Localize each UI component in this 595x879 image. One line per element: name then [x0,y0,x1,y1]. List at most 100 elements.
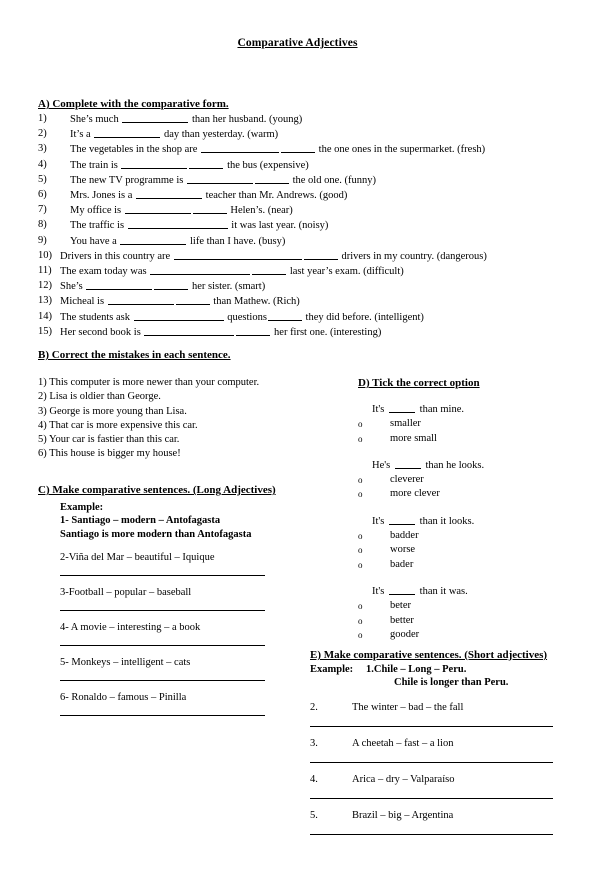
section-a-item: 14) The students ask questions they did b… [38,310,563,325]
answer-line[interactable] [310,824,553,836]
section-b-list: 1) This computer is more newer than your… [38,376,278,462]
answer-blank[interactable] [127,218,228,230]
radio-circle-icon[interactable]: o [358,543,363,557]
answer-line[interactable] [60,635,265,647]
section-b-item: 2) Lisa is oldier than George. [38,391,161,403]
section-a-item-number: 6) [38,189,47,201]
section-d-option[interactable]: o beter [358,599,578,613]
radio-circle-icon[interactable]: o [358,432,363,446]
section-d-question-text: than mine. [417,404,464,415]
answer-line[interactable] [310,788,553,800]
answer-blank[interactable] [124,203,191,215]
answer-blank[interactable] [201,142,280,154]
answer-line[interactable] [60,670,265,682]
radio-circle-icon[interactable]: o [358,473,363,487]
answer-blank[interactable] [175,294,210,306]
section-a-item-text: The exam today was [60,266,150,278]
radio-circle-icon[interactable]: o [358,487,363,501]
answer-blank[interactable] [120,234,187,245]
section-a-item-number: 11) [38,265,52,277]
section-d-question: It's than it was. [358,584,578,599]
section-a-item: 7) My office is Helen’s. (near) [38,203,563,218]
radio-circle-icon[interactable]: o [358,599,363,613]
answer-blank[interactable] [303,249,338,260]
answer-blank[interactable] [389,514,416,525]
answer-blank[interactable] [267,310,302,321]
answer-blank[interactable] [254,173,289,184]
section-d-option-label: better [390,614,414,626]
radio-circle-icon[interactable]: o [358,529,363,543]
answer-blank[interactable] [107,294,174,306]
section-d-option[interactable]: o better [358,614,578,628]
answer-blank[interactable] [281,142,316,154]
section-c-item-text: 6- Ronaldo – famous – Pinilla [60,692,187,704]
answer-blank[interactable] [136,188,203,200]
section-a-item: 6) Mrs. Jones is a teacher than Mr. Andre… [38,188,563,203]
answer-blank[interactable] [389,402,416,413]
section-d-option[interactable]: o smaller [358,417,578,431]
answer-blank[interactable] [94,127,161,139]
answer-blank[interactable] [133,310,224,321]
section-d-option[interactable]: o cleverer [358,473,578,487]
section-c-item: 2-Viña del Mar – beautiful – Iquique [60,552,288,577]
section-d-option-label: worse [390,544,416,556]
section-a-item-number: 10) [38,249,52,261]
section-c-item-text: 2-Viña del Mar – beautiful – Iquique [60,552,215,564]
answer-blank[interactable] [252,264,287,276]
section-a-item: 15) Her second book is her first one. (in… [38,325,563,340]
section-a-item-text: her sister. (smart) [189,281,266,293]
section-d-option[interactable]: o more small [358,432,578,446]
answer-blank[interactable] [236,325,271,336]
answer-blank[interactable] [122,112,189,123]
answer-blank[interactable] [173,249,302,260]
answer-line[interactable] [60,705,265,717]
radio-circle-icon[interactable]: o [358,558,363,572]
section-d-option[interactable]: o gooder [358,628,578,642]
radio-circle-icon[interactable]: o [358,628,363,642]
answer-line[interactable] [60,600,265,612]
section-a-item-number: 12) [38,280,52,292]
section-d-option[interactable]: o bader [358,558,578,572]
answer-line[interactable] [310,716,553,728]
answer-blank[interactable] [192,203,227,215]
section-a-item-text: teacher than Mr. Andrews. (good) [203,190,348,202]
section-e-item-number: 4. [310,774,318,786]
section-a-item-text: You have a [70,235,120,247]
section-a-item: 5) The new TV programme is the old one. (… [38,173,563,188]
section-a: A) Complete with the comparative form. 1… [38,97,563,340]
answer-line[interactable] [310,752,553,764]
section-a-item: 8) The traffic is it was last year. (nois… [38,218,563,233]
answer-blank[interactable] [150,264,251,276]
answer-blank[interactable] [154,279,189,291]
section-a-heading: A) Complete with the comparative form. [38,98,229,110]
section-c-example-prompt: 1- Santiago – modern – Antofagasta [60,515,221,527]
section-e-item-row: 4. Arica – dry – Valparaíso [310,774,558,785]
section-d-question: It's than mine. [358,402,578,417]
answer-blank[interactable] [86,279,153,291]
answer-blank[interactable] [186,173,253,184]
answer-blank[interactable] [189,158,224,169]
answer-blank[interactable] [389,584,416,595]
answer-blank[interactable] [121,158,188,169]
section-e-items: 2. The winter – bad – the fall 3. A cheetah… [310,702,558,836]
section-a-item-number: 1) [38,113,47,124]
section-a-item-number: 2) [38,128,47,140]
radio-circle-icon[interactable]: o [358,417,363,431]
section-c-item: 3-Football – popular – baseball [60,587,288,612]
section-a-item: 1) She’s much than her husband. (young) [38,112,563,127]
section-d-question-text: It's [372,585,388,597]
section-d-question: It's than it looks. [358,514,578,529]
answer-line[interactable] [60,565,265,577]
answer-blank[interactable] [394,458,421,469]
section-c-example-label: Example: [60,501,104,513]
section-d-option[interactable]: o worse [358,543,578,557]
radio-circle-icon[interactable]: o [358,614,363,628]
section-d-question-text: than it looks. [417,515,475,527]
answer-blank[interactable] [144,325,235,336]
section-e-item-number: 3. [310,738,318,750]
section-d: D) Tick the correct option It's than min… [358,376,578,654]
section-d-option[interactable]: o badder [358,529,578,543]
section-a-item-text: they did before. (intelligent) [302,311,424,323]
section-d-option[interactable]: o more clever [358,487,578,501]
section-c-item: 5- Monkeys – intelligent – cats [60,657,288,682]
